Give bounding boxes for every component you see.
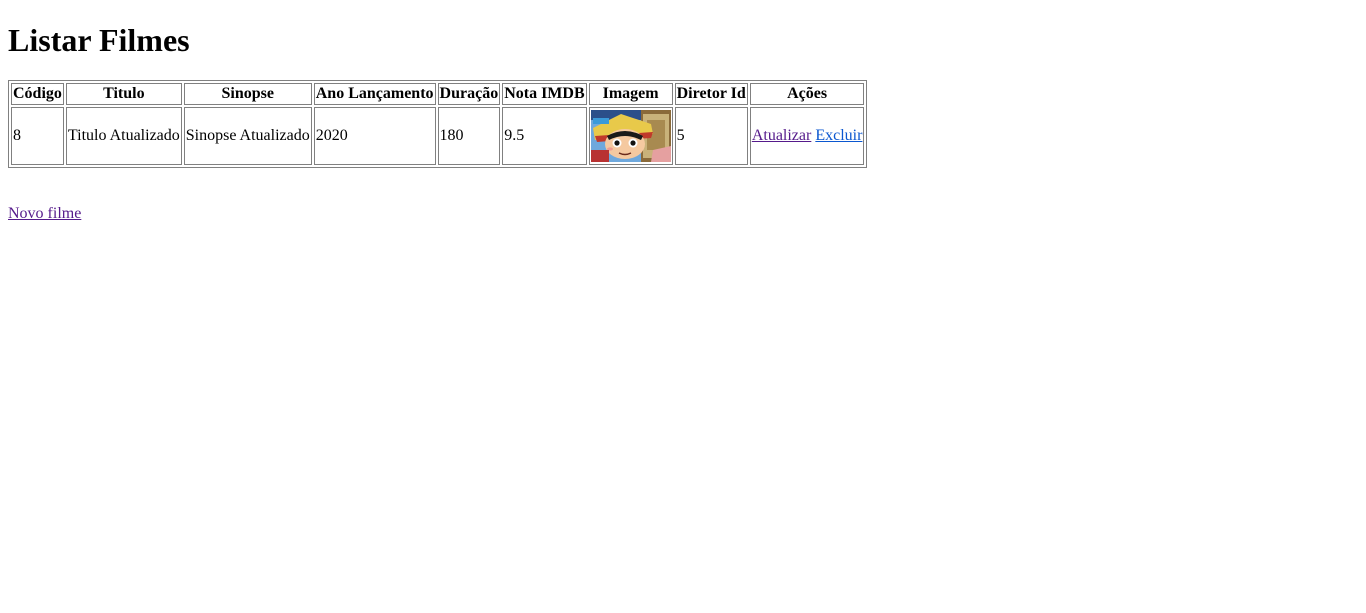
anime-poster-thumbnail [590, 110, 671, 162]
header-nota: Nota IMDB [502, 83, 587, 105]
header-imagem: Imagem [588, 83, 673, 105]
header-duracao: Duração [437, 83, 501, 105]
delete-link[interactable]: Excluir [815, 127, 862, 144]
table-header-row: Código Titulo Sinopse Ano Lançamento Dur… [11, 83, 865, 105]
cell-titulo: Titulo Atualizado [65, 107, 182, 165]
header-acoes: Ações [749, 83, 865, 105]
cell-duracao: 180 [437, 107, 501, 165]
cell-nota: 9.5 [502, 107, 587, 165]
cell-diretor: 5 [674, 107, 748, 165]
new-film-link[interactable]: Novo filme [8, 205, 81, 223]
cell-acoes: Atualizar Excluir [749, 107, 865, 165]
cell-sinopse: Sinopse Atualizado [183, 107, 312, 165]
cell-ano: 2020 [313, 107, 436, 165]
page-title: Listar Filmes [8, 22, 190, 58]
header-codigo: Código [11, 83, 64, 105]
header-ano: Ano Lançamento [313, 83, 436, 105]
header-titulo: Titulo [65, 83, 182, 105]
cell-imagem [588, 107, 673, 165]
update-link[interactable]: Atualizar [752, 127, 812, 144]
header-diretor: Diretor Id [674, 83, 748, 105]
header-sinopse: Sinopse [183, 83, 312, 105]
films-table: Código Titulo Sinopse Ano Lançamento Dur… [8, 80, 868, 168]
cell-codigo: 8 [11, 107, 64, 165]
table-row: 8 Titulo Atualizado Sinopse Atualizado 2… [11, 107, 865, 165]
